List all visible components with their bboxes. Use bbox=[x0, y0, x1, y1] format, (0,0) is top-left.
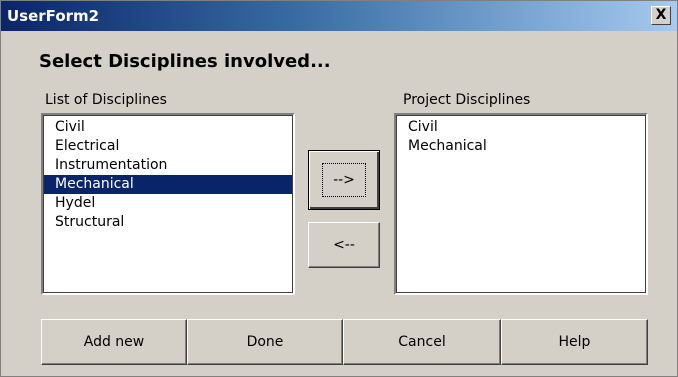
project-disciplines-listbox[interactable]: Civil Mechanical bbox=[394, 113, 648, 295]
remove-discipline-label: <-- bbox=[333, 237, 355, 253]
project-disciplines-label: Project Disciplines bbox=[403, 92, 531, 108]
cancel-label: Cancel bbox=[398, 334, 446, 350]
list-item-instrumentation[interactable]: Instrumentation bbox=[43, 156, 293, 175]
list-item-structural[interactable]: Structural bbox=[43, 213, 293, 232]
list-of-disciplines-label: List of Disciplines bbox=[45, 92, 167, 108]
project-item-civil[interactable]: Civil bbox=[396, 118, 646, 137]
form-heading: Select Disciplines involved... bbox=[39, 51, 331, 72]
remove-discipline-button[interactable]: <-- bbox=[308, 222, 380, 268]
help-label: Help bbox=[558, 334, 591, 350]
add-new-label: Add new bbox=[83, 334, 145, 350]
add-discipline-button[interactable]: --> bbox=[308, 150, 380, 210]
title-bar[interactable]: UserForm2 X bbox=[1, 1, 677, 31]
userform-window: UserForm2 X Select Disciplines involved.… bbox=[0, 0, 678, 377]
close-icon: X bbox=[655, 7, 667, 23]
help-button[interactable]: Help bbox=[501, 319, 648, 365]
list-item-hydel[interactable]: Hydel bbox=[43, 194, 293, 213]
project-item-mechanical[interactable]: Mechanical bbox=[396, 137, 646, 156]
list-item-mechanical[interactable]: Mechanical bbox=[43, 175, 293, 194]
list-item-civil[interactable]: Civil bbox=[43, 118, 293, 137]
add-new-button[interactable]: Add new bbox=[41, 319, 187, 365]
add-discipline-label: --> bbox=[322, 163, 366, 197]
cancel-button[interactable]: Cancel bbox=[343, 319, 501, 365]
done-label: Done bbox=[246, 334, 284, 350]
list-of-disciplines-listbox[interactable]: Civil Electrical Instrumentation Mechani… bbox=[41, 113, 295, 295]
window-title: UserForm2 bbox=[7, 7, 100, 25]
list-item-electrical[interactable]: Electrical bbox=[43, 137, 293, 156]
close-button[interactable]: X bbox=[651, 6, 671, 25]
done-button[interactable]: Done bbox=[187, 319, 343, 365]
